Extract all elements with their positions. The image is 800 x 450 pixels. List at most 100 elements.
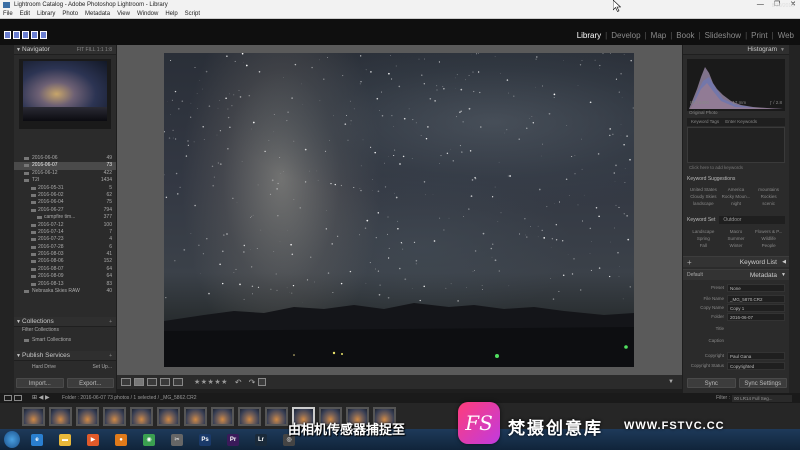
keyword-suggestion[interactable]: landscape (687, 201, 720, 206)
metadata-header[interactable]: Default Metadata ▼ (683, 269, 789, 280)
keyword-set-item[interactable]: Spring (687, 236, 720, 241)
tab-keyword-tags[interactable]: Keyword Tags (691, 118, 719, 126)
add-publish-service-icon[interactable]: + (109, 351, 112, 361)
minimize-button[interactable]: — (757, 0, 764, 10)
export-button[interactable]: Export... (66, 378, 114, 388)
sync-settings-button[interactable]: Sync Settings (738, 378, 787, 388)
add-keywords-hint[interactable]: Click here to add keywords (689, 165, 743, 170)
keyword-list-header[interactable]: + Keyword List ◀ (683, 256, 789, 267)
keyword-suggestion[interactable]: Rocky Moun... (720, 194, 753, 199)
grid-view-icon[interactable] (121, 378, 131, 386)
menu-photo[interactable]: Photo (62, 10, 78, 18)
module-book[interactable]: Book (676, 31, 694, 40)
rotate-left-icon[interactable]: ↶ (235, 378, 242, 387)
keyword-suggestion[interactable]: America (720, 187, 753, 192)
keyword-set-item[interactable]: Winter (720, 243, 753, 248)
keyword-suggestion[interactable]: scenic (752, 201, 785, 206)
filmstrip-thumbnail[interactable] (76, 407, 99, 426)
folder-row[interactable]: 2016-06-02 62 (14, 192, 116, 199)
module-library[interactable]: Library (577, 31, 601, 40)
keyword-suggestion[interactable]: mountains (752, 187, 785, 192)
main-photo[interactable] (164, 53, 634, 367)
filmstrip-thumbnail[interactable] (103, 407, 126, 426)
right-panel-edge[interactable] (789, 45, 800, 393)
folder-row[interactable]: Nebraska Skies RAW 40 (14, 288, 116, 295)
keyword-input-area[interactable] (687, 127, 785, 163)
folder-row[interactable]: 2016-08-06 152 (14, 258, 116, 265)
metadata-preset-dropdown[interactable]: Default (687, 270, 703, 281)
module-map[interactable]: Map (651, 31, 667, 40)
keyword-set-dropdown[interactable]: Outdoor (719, 216, 785, 224)
menu-help[interactable]: Help (165, 10, 177, 18)
menu-file[interactable]: File (3, 10, 13, 18)
keyword-set-item[interactable]: Macro (720, 229, 753, 234)
filmstrip-thumbnail[interactable] (49, 407, 72, 426)
filmstrip-thumbnail[interactable] (211, 407, 234, 426)
filter-collections[interactable]: Filter Collections (14, 327, 116, 334)
keyword-set-item[interactable]: Wildlife (752, 236, 785, 241)
keyword-set-item[interactable]: People (752, 243, 785, 248)
folder-row[interactable]: 2016-06-12 422 (14, 170, 116, 177)
folder-row[interactable]: 2016-06-07 73 (14, 162, 116, 170)
keyword-set-item[interactable]: Summer (720, 236, 753, 241)
tab-enter-keywords[interactable]: Enter Keywords (725, 118, 757, 126)
toolbar-dropdown-icon[interactable]: ▼ (668, 379, 674, 385)
folder-row[interactable]: 2016-07-23 4 (14, 236, 116, 243)
taskbar-lightroom-icon[interactable]: Lr (250, 431, 272, 448)
menu-metadata[interactable]: Metadata (85, 10, 110, 18)
metadata-value[interactable] (727, 337, 785, 345)
star-rating[interactable]: ★★★★★ (194, 378, 228, 386)
navigator-preview[interactable] (19, 59, 111, 129)
import-button[interactable]: Import... (16, 378, 64, 388)
taskbar-explorer-icon[interactable]: ▬ (54, 431, 76, 448)
keyword-suggestion[interactable]: Rockies (752, 194, 785, 199)
filmstrip-thumbnail[interactable] (184, 407, 207, 426)
add-collection-icon[interactable]: + (109, 317, 112, 327)
survey-view-icon[interactable] (160, 378, 170, 386)
folder-row[interactable]: 2016-06-27 794 (14, 207, 116, 214)
folder-row[interactable]: 2016-08-09 64 (14, 273, 116, 280)
keyword-set-item[interactable]: Flowers & P... (752, 229, 785, 234)
folder-row[interactable]: 2016-07-28 6 (14, 244, 116, 251)
start-button[interactable] (4, 431, 20, 448)
add-keyword-icon[interactable]: + (687, 257, 692, 268)
people-view-icon[interactable] (173, 378, 183, 386)
filmstrip-thumbnail[interactable] (265, 407, 288, 426)
keyword-suggestion[interactable]: Cloudy Skies (687, 194, 720, 199)
rotate-right-icon[interactable]: ↷ (249, 378, 256, 387)
loupe-view-icon[interactable] (134, 378, 144, 386)
menu-library[interactable]: Library (37, 10, 55, 18)
secondary-screen-icon[interactable] (14, 395, 22, 401)
compare-view-icon[interactable] (147, 378, 157, 386)
publish-services-header[interactable]: ▼ Publish Services + (14, 351, 116, 361)
menu-edit[interactable]: Edit (20, 10, 30, 18)
left-panel-edge[interactable] (0, 45, 14, 393)
collections-header[interactable]: ▼ Collections + (14, 317, 116, 327)
folder-row[interactable]: 2016-06-04 75 (14, 199, 116, 206)
metadata-value[interactable]: Copyrighted (727, 362, 785, 370)
folder-row[interactable]: 2016-08-13 83 (14, 281, 116, 288)
keyword-suggestion[interactable]: night (720, 201, 753, 206)
hard-drive-service[interactable]: Hard Drive Set Up... (14, 364, 116, 371)
metadata-value[interactable] (727, 325, 785, 333)
module-develop[interactable]: Develop (611, 31, 640, 40)
smart-collections[interactable]: Smart Collections (14, 337, 116, 344)
sync-button[interactable]: Sync (687, 378, 736, 388)
info-overlay-icon[interactable] (258, 378, 267, 386)
taskbar-media-icon[interactable]: ▶ (82, 431, 104, 448)
filmstrip-thumbnail[interactable] (130, 407, 153, 426)
metadata-value[interactable]: None (727, 284, 785, 292)
menu-window[interactable]: Window (137, 10, 158, 18)
taskbar-chrome-icon[interactable]: ◉ (138, 431, 160, 448)
grid-nav-icon[interactable]: ⊞ ◀ ▶ (32, 393, 50, 403)
menu-script[interactable]: Script (185, 10, 200, 18)
navigator-header[interactable]: ▼ Navigator FIT FILL 1:1 1:8 (14, 45, 116, 55)
filmstrip-thumbnail[interactable] (238, 407, 261, 426)
module-web[interactable]: Web (778, 31, 794, 40)
metadata-value[interactable]: Copy 1 (727, 304, 785, 312)
setup-link[interactable]: Set Up... (93, 364, 112, 371)
navigator-zoom-options[interactable]: FIT FILL 1:1 1:8 (77, 45, 112, 55)
metadata-value[interactable]: Paul Gana (727, 352, 785, 360)
metadata-value[interactable]: _MG_5870.CR2 (727, 295, 785, 303)
folder-row[interactable]: 2016-08-07 64 (14, 266, 116, 273)
